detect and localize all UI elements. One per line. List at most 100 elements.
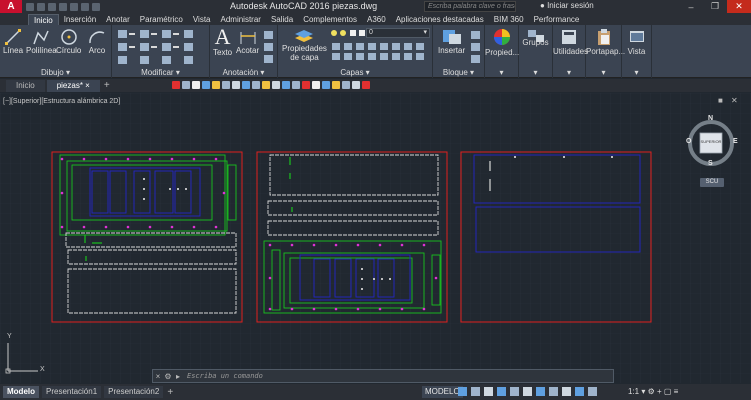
toolbar-icon-11[interactable] [282,81,290,89]
insert-button[interactable]: Insertar [438,28,465,55]
search-input[interactable]: Escriba palabra clave o frase [424,1,516,12]
file-tab-piezas[interactable]: piezas* × [46,79,100,92]
viewport-minimize-icon[interactable]: ■ [718,96,723,105]
drawing-area[interactable] [0,93,751,383]
tab-vista[interactable]: Vista [188,14,216,25]
osnap-toggle-icon[interactable] [510,387,519,396]
toolbar-icon-5[interactable] [222,81,230,89]
properties-expand-icon[interactable]: ▾ [485,68,518,78]
toolbar-icon-18[interactable] [352,81,360,89]
gear-icon[interactable]: ⚙ [648,387,655,396]
tab-inicio[interactable]: Inicio [28,14,59,25]
tab-bim-360[interactable]: BIM 360 [489,14,529,25]
tab-salida[interactable]: Salida [266,14,298,25]
toolbar-icon-12[interactable] [292,81,300,89]
toolbar-icon-7[interactable] [242,81,250,89]
save-as-icon[interactable] [59,2,67,11]
tab-aplicaciones-destacadas[interactable]: Aplicaciones destacadas [391,14,489,25]
save-icon[interactable] [48,2,56,11]
drawing-svg[interactable] [0,93,751,383]
viewcube-west[interactable]: O [686,138,691,145]
signin-button[interactable]: ● Iniciar sesión [540,1,594,10]
selection-cycling-icon[interactable] [562,387,571,396]
command-settings-icon[interactable]: ⚙ [163,372,173,381]
toolbar-icon-3[interactable] [202,81,210,89]
wcs-menu[interactable]: SCU [700,178,724,187]
open-icon[interactable] [37,2,45,11]
toolbar-icon-9[interactable] [262,81,270,89]
utilities-panel[interactable]: Utilidades ▾ [553,25,588,78]
clipboard-expand-icon[interactable]: ▾ [586,68,621,78]
tab-a360[interactable]: A360 [362,14,391,25]
maximize-icon[interactable]: ❐ [703,0,727,13]
tab-performance[interactable]: Performance [529,14,585,25]
text-button[interactable]: A Texto [213,26,232,58]
toolbar-icon-14[interactable] [312,81,320,89]
layer-properties-button[interactable]: Propiedades de capa [282,28,327,62]
line-button[interactable]: Línea [3,28,23,55]
toolbar-icon-8[interactable] [252,81,260,89]
gizmo-toggle-icon[interactable] [575,387,584,396]
tab-inserción[interactable]: Inserción [59,14,101,25]
viewport-close-icon[interactable]: ✕ [731,96,738,105]
grid-toggle-icon[interactable] [458,387,467,396]
redo-icon[interactable] [92,2,100,11]
application-menu-button[interactable]: A [0,0,22,13]
new-icon[interactable] [26,2,34,11]
tab-complementos[interactable]: Complementos [298,14,362,25]
properties-panel[interactable]: Propied... ▾ [485,25,519,78]
minimize-icon[interactable]: – [679,0,703,13]
polar-toggle-icon[interactable] [497,387,506,396]
view-panel[interactable]: Vista ▾ [622,25,652,78]
tab-paramétrico[interactable]: Paramétrico [135,14,188,25]
viewcube-south[interactable]: S [708,160,713,167]
toolbar-icon-1[interactable] [182,81,190,89]
modify-panel-label[interactable]: Modificar ▾ [112,68,209,78]
transparency-toggle-icon[interactable] [549,387,558,396]
file-tab-start[interactable]: Inicio [6,79,45,92]
close-tab-icon[interactable]: × [85,81,90,90]
layer-dropdown[interactable]: 0 ▾ [366,28,430,38]
add-layout-icon[interactable]: + [167,387,173,398]
layers-panel-label[interactable]: Capas ▾ [278,68,432,78]
snap-toggle-icon[interactable] [471,387,480,396]
annotation-scale[interactable]: 1:1 ▾ ⚙ + ▢ ≡ [628,387,678,396]
layout-tab-presentation1[interactable]: Presentación1 [42,386,102,398]
circle-button[interactable]: Círculo [56,28,81,55]
toolbar-icon-16[interactable] [332,81,340,89]
close-icon[interactable]: ✕ [727,0,751,13]
dimension-button[interactable]: Acotar [236,28,259,55]
toolbar-red-icon[interactable] [172,81,180,89]
polyline-button[interactable]: Polilínea [26,28,57,55]
block-panel-label[interactable]: Bloque ▾ [433,68,484,78]
tab-anotar[interactable]: Anotar [101,14,135,25]
viewcube-north[interactable]: N [708,115,713,122]
utilities-expand-icon[interactable]: ▾ [553,68,585,78]
toolbar-icon-15[interactable] [322,81,330,89]
ortho-toggle-icon[interactable] [484,387,493,396]
new-tab-icon[interactable]: + [104,80,110,91]
layout-tab-model[interactable]: Modelo [3,386,39,398]
annotation-visibility-icon[interactable] [588,387,597,396]
toolbar-icon-10[interactable] [272,81,280,89]
toolbar-icon-6[interactable] [232,81,240,89]
groups-panel[interactable]: Grupos ▾ [519,25,553,78]
command-input[interactable]: Escriba un comando [183,372,263,380]
toolbar-icon-17[interactable] [342,81,350,89]
toolbar-icon-2[interactable] [192,81,200,89]
clipboard-panel[interactable]: Portapap... ▾ [586,25,625,78]
viewport-controls-label[interactable]: [−][Superior][Estructura alámbrica 2D] [3,98,120,105]
groups-expand-icon[interactable]: ▾ [519,68,552,78]
layout-tab-presentation2[interactable]: Presentación2 [104,386,164,398]
toolbar-icon-19[interactable] [362,81,370,89]
lineweight-toggle-icon[interactable] [536,387,545,396]
view-expand-icon[interactable]: ▾ [622,68,651,78]
otrack-toggle-icon[interactable] [523,387,532,396]
command-prompt-icon[interactable]: ▸ [173,372,183,381]
toolbar-icon-13[interactable] [302,81,310,89]
command-close-icon[interactable]: × [153,372,163,381]
viewcube-top-face[interactable]: SUPERIOR [700,139,722,144]
toolbar-icon-4[interactable] [212,81,220,89]
plot-icon[interactable] [70,2,78,11]
annotation-panel-label[interactable]: Anotación ▾ [210,68,277,78]
